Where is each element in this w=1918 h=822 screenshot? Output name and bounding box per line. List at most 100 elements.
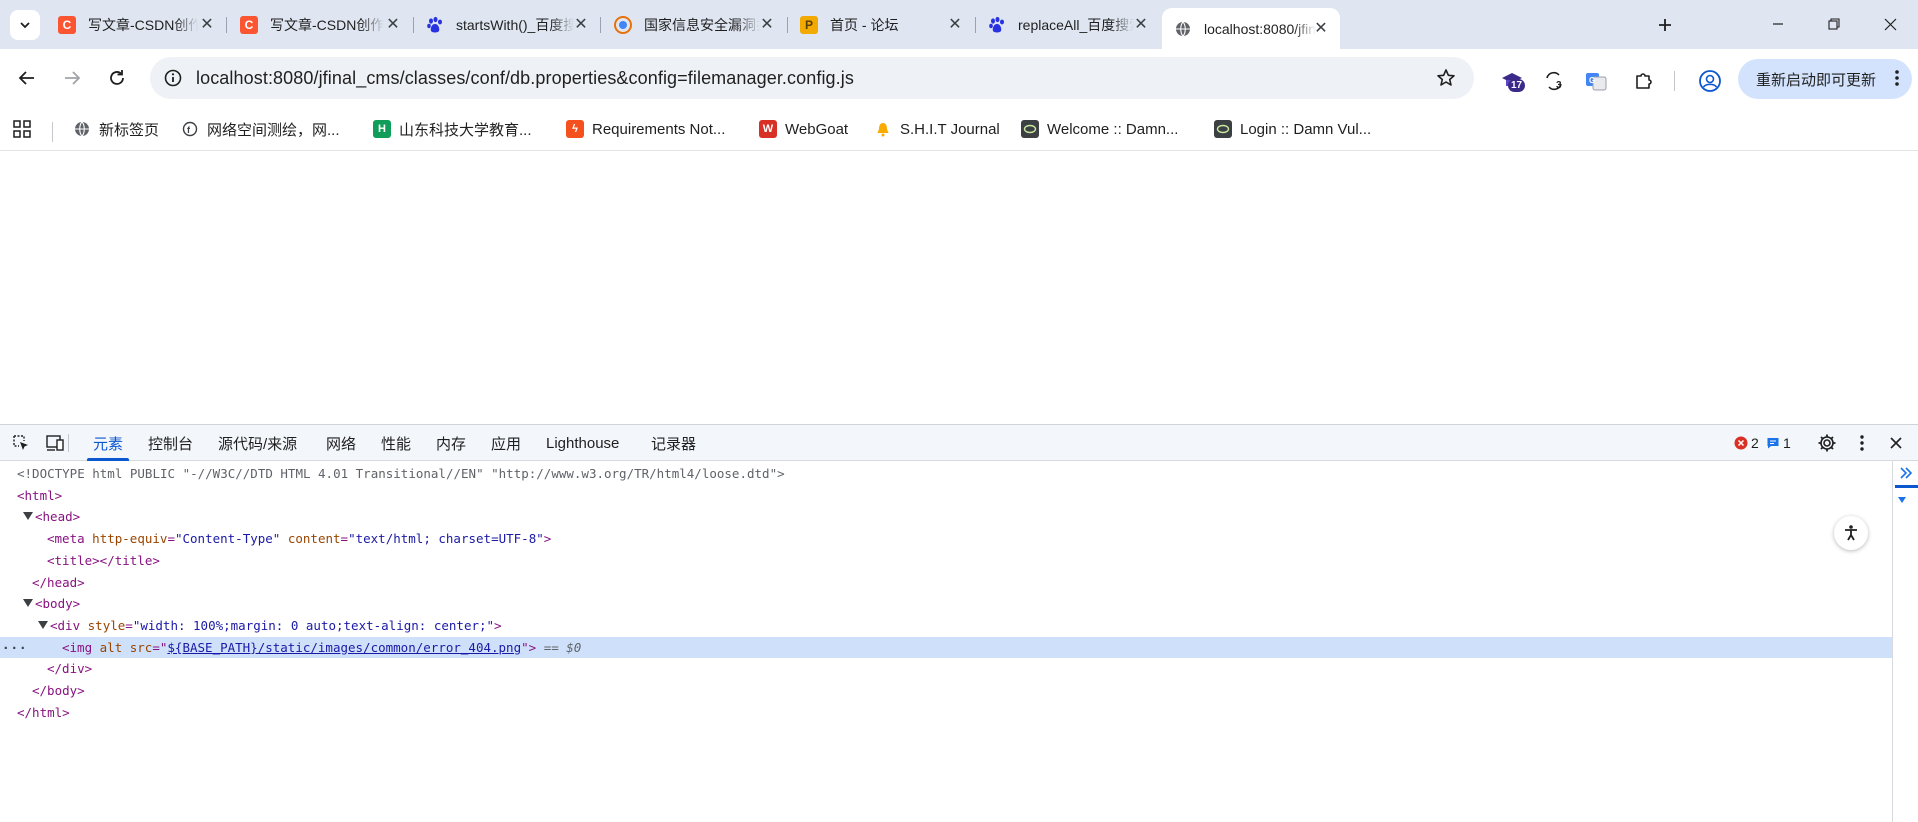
dom-node-div[interactable]: <div style="width: 100%;margin: 0 auto;t… [0, 615, 1892, 637]
extensions-puzzle-icon[interactable] [1630, 67, 1658, 95]
tab-search-button[interactable] [10, 10, 40, 40]
svg-text:f: f [187, 125, 191, 135]
bookmark-item[interactable]: Login :: Damn Vul... [1214, 115, 1371, 143]
close-tab-icon[interactable]: ✕ [1132, 15, 1150, 33]
bookmark-label: Welcome :: Damn... [1047, 120, 1179, 138]
close-tab-icon[interactable]: ✕ [572, 15, 590, 33]
device-toolbar-icon[interactable] [43, 431, 67, 455]
close-tab-icon[interactable]: ✕ [758, 15, 776, 33]
img-src-link[interactable]: ${BASE_PATH}/static/images/common/error_… [167, 640, 521, 655]
arrow-left-icon [18, 71, 34, 85]
tab-title: localhost:8080/jfinal_cms [1204, 20, 1316, 37]
devtools-settings-icon[interactable] [1815, 431, 1839, 455]
bookmark-item[interactable]: W WebGoat [759, 115, 848, 143]
dom-node-html[interactable]: <html> [0, 485, 1892, 507]
dom-node-title[interactable]: <title></title> [0, 550, 1892, 572]
devtools-tab-console[interactable]: 控制台 [148, 425, 193, 461]
node-actions-ellipsis[interactable]: ··· [2, 637, 28, 659]
tab-4[interactable]: P 首页 - 论坛 ✕ [788, 8, 974, 41]
devtools-tab-bar: 元素 控制台 源代码/来源 网络 性能 内存 应用 Lighthouse 记录器… [0, 425, 1918, 461]
close-tab-icon[interactable]: ✕ [384, 15, 402, 33]
globe-icon [1174, 20, 1192, 38]
dom-node-img-selected[interactable]: ··· <img alt src="${BASE_PATH}/static/ima… [0, 636, 1892, 659]
dom-node-meta[interactable]: <meta http-equiv="Content-Type" content=… [0, 528, 1892, 550]
dom-node-html-close[interactable]: </html> [0, 702, 1892, 724]
csdn-icon: C [240, 15, 258, 34]
dom-node-doctype[interactable]: <!DOCTYPE html PUBLIC "-//W3C//DTD HTML … [0, 463, 1892, 485]
dom-node-body-close[interactable]: </body> [0, 680, 1892, 702]
bolt-icon: ϟ [566, 120, 584, 138]
devtools-tab-network[interactable]: 网络 [326, 425, 356, 461]
devtools-tab-elements[interactable]: 元素 [86, 425, 130, 461]
devtools-tab-lighthouse[interactable]: Lighthouse [546, 425, 619, 461]
back-button[interactable] [10, 61, 44, 95]
tab-6-active[interactable]: localhost:8080/jfinal_cms ✕ [1162, 8, 1340, 49]
forward-button[interactable] [55, 61, 89, 95]
devtools-tab-performance[interactable]: 性能 [381, 425, 411, 461]
close-tab-icon[interactable]: ✕ [1312, 19, 1330, 37]
bookmark-item[interactable]: H 山东科技大学教育... [373, 115, 532, 143]
bookmark-item[interactable]: Welcome :: Damn... [1021, 115, 1178, 143]
chevron-down-icon [20, 22, 30, 29]
profile-avatar-icon[interactable] [1696, 67, 1724, 95]
message-count: 1 [1783, 435, 1791, 451]
close-tab-icon[interactable]: ✕ [198, 15, 216, 33]
devtools-tab-sources[interactable]: 源代码/来源 [218, 425, 297, 461]
apps-grid-icon[interactable] [12, 115, 32, 143]
restore-button[interactable] [1812, 8, 1856, 40]
devtools-tab-recorder[interactable]: 记录器 [651, 425, 696, 461]
tab-1[interactable]: C 写文章-CSDN创作中心 ✕ [228, 8, 412, 41]
error-counter[interactable]: 2 [1734, 434, 1759, 452]
close-window-button[interactable] [1868, 8, 1912, 40]
message-counter[interactable]: 1 [1766, 434, 1791, 452]
tab-3[interactable]: 国家信息安全漏洞共享平台 ✕ [602, 8, 786, 41]
dom-node-div-close[interactable]: </div> [0, 658, 1892, 680]
bookmark-star-icon[interactable] [1434, 66, 1458, 90]
close-icon [1884, 18, 1896, 30]
tab-2[interactable]: startsWith()_百度搜索 ✕ [414, 8, 600, 41]
tab-separator [600, 17, 601, 33]
devtools-tab-memory[interactable]: 内存 [436, 425, 466, 461]
update-label: 重新启动即可更新 [1756, 71, 1877, 89]
tab-5[interactable]: replaceAll_百度搜索 ✕ [976, 8, 1160, 41]
collapse-triangle-icon[interactable] [1897, 493, 1907, 508]
browser-toolbar: localhost:8080/jfinal_cms/classes/conf/d… [0, 49, 1918, 109]
devtools-tab-application[interactable]: 应用 [491, 425, 521, 461]
dom-node-head-close[interactable]: </head> [0, 572, 1892, 594]
expand-triangle-icon[interactable] [23, 599, 33, 608]
minimize-icon [1773, 23, 1783, 25]
inspect-element-icon[interactable] [9, 431, 33, 455]
dom-node-head[interactable]: <head> [0, 506, 1892, 528]
bookmark-label: 新标签页 [99, 121, 160, 139]
reload-button[interactable] [100, 61, 134, 95]
minimize-button[interactable] [1756, 8, 1800, 40]
new-tab-button[interactable] [1652, 12, 1678, 38]
arrow-right-icon [65, 71, 81, 85]
extension-sync-icon[interactable]: 3 [1540, 67, 1568, 95]
styles-side-panel [1892, 461, 1918, 822]
dom-node-body[interactable]: <body> [0, 593, 1892, 615]
devtools-close-icon[interactable] [1884, 431, 1908, 455]
bookmark-item[interactable]: f 网络空间测绘，网... [181, 115, 340, 143]
translate-icon[interactable]: G [1582, 67, 1610, 95]
expand-triangle-icon[interactable] [38, 620, 48, 629]
dvwa-icon [1021, 120, 1039, 138]
expand-triangle-icon[interactable] [23, 512, 33, 521]
url-text[interactable]: localhost:8080/jfinal_cms/classes/conf/d… [196, 68, 854, 89]
relaunch-update-button[interactable]: 重新启动即可更新 [1738, 59, 1912, 99]
bookmark-item[interactable]: ϟ Requirements Not... [566, 115, 725, 143]
extension-hat-icon[interactable]: 17 [1498, 67, 1526, 95]
site-info-icon[interactable] [160, 65, 186, 91]
bookmark-label: 网络空间测绘，网... [207, 121, 340, 139]
double-chevron-right-icon[interactable] [1898, 465, 1914, 484]
bookmark-item[interactable]: S.H.I.T Journal [874, 115, 1000, 143]
bookmark-label: WebGoat [785, 120, 849, 138]
address-bar[interactable]: localhost:8080/jfinal_cms/classes/conf/d… [150, 57, 1474, 99]
accessibility-tree-button[interactable] [1834, 516, 1868, 550]
tab-0[interactable]: C 写文章-CSDN创作中心 ✕ [46, 8, 226, 41]
tab-title: replaceAll_百度搜索 [1018, 16, 1134, 33]
bookmark-item[interactable]: 新标签页 [73, 115, 159, 143]
close-tab-icon[interactable]: ✕ [946, 15, 964, 33]
globe-icon [73, 120, 91, 138]
devtools-more-icon[interactable] [1850, 431, 1874, 455]
